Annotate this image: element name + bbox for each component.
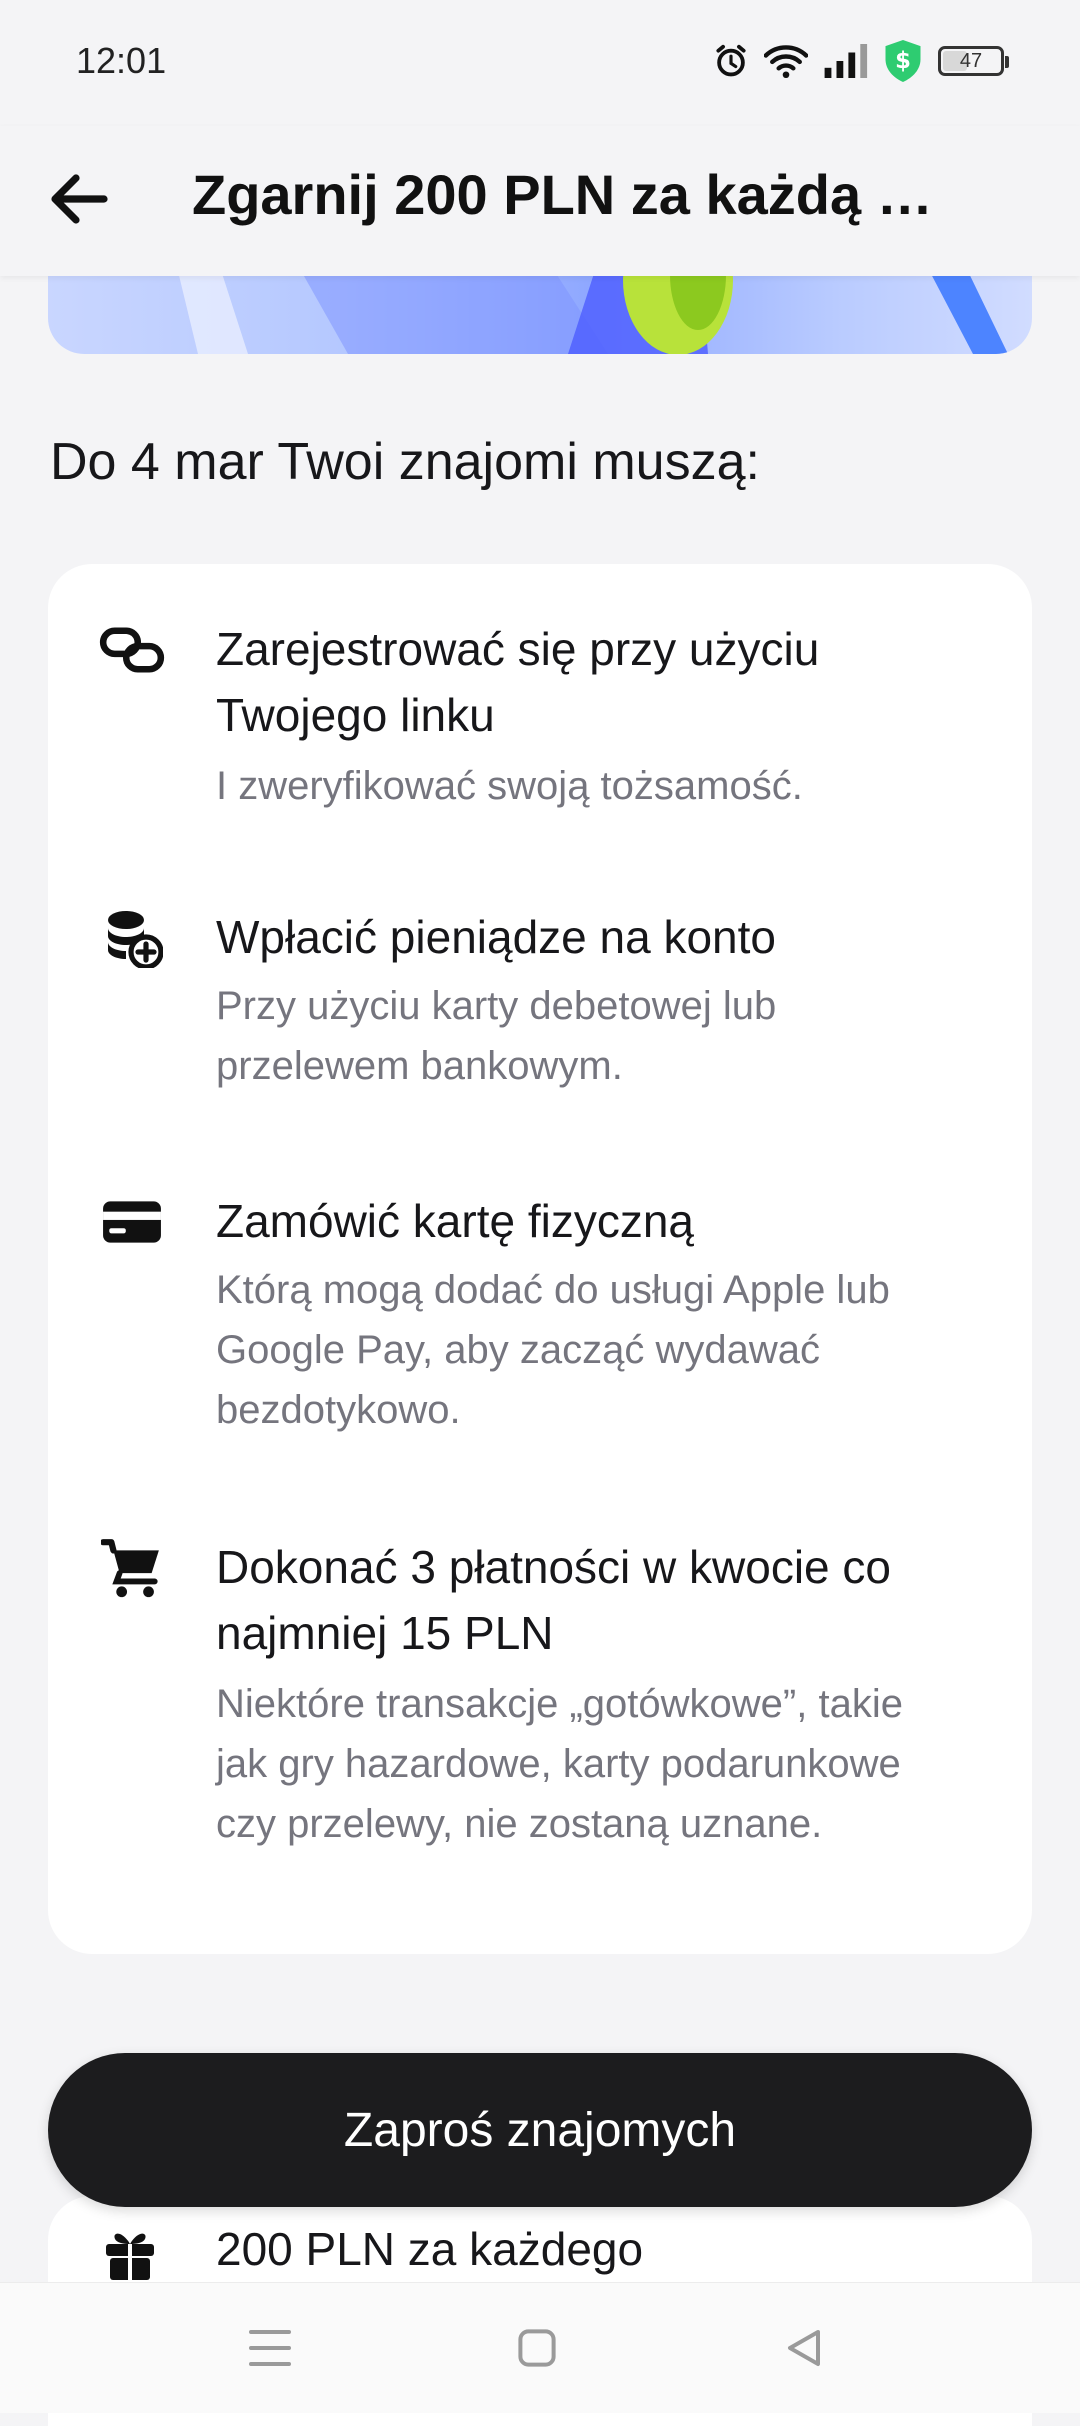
link-icon (98, 616, 166, 684)
requirement-description: Którą mogą dodać do usługi Apple lub Goo… (216, 1268, 890, 1432)
requirement-title: Zamówić kartę fizyczną (216, 1195, 695, 1247)
requirement-description: I zweryfikować swoją tożsamość. (216, 764, 803, 808)
invite-friends-button[interactable]: Zaproś znajomych (48, 2053, 1032, 2207)
back-button[interactable] (44, 164, 114, 234)
section-heading: Do 4 mar Twoi znajomi muszą: (50, 433, 760, 491)
arrow-left-icon (51, 174, 108, 224)
back-nav-button[interactable] (764, 2313, 844, 2383)
battery-level: 47 (959, 49, 983, 72)
svg-text:$: $ (895, 48, 911, 74)
status-time: 12:01 (76, 40, 167, 81)
menu-icon (249, 2330, 291, 2366)
page-title: Zgarnij 200 PLN za każdą … (192, 163, 933, 226)
back-triangle-icon (788, 2330, 820, 2366)
home-button[interactable] (497, 2313, 577, 2383)
menu-button[interactable] (230, 2313, 310, 2383)
signal-icon (822, 44, 868, 78)
security-shield-icon: $ (882, 38, 924, 84)
requirement-title: Dokonać 3 płatności w kwocie co najmniej… (216, 1541, 891, 1659)
requirement-title: Wpłacić pieniądze na konto (216, 911, 776, 963)
status-bar: 12:01 $ 47 (0, 0, 1080, 126)
reward-title: 200 PLN za każdego (216, 2223, 644, 2275)
battery-icon: 47 (938, 46, 1009, 76)
coins-add-icon (98, 904, 166, 972)
alarm-icon (712, 42, 750, 80)
wifi-icon (764, 42, 808, 80)
card-icon (98, 1188, 166, 1256)
app-bar: Zgarnij 200 PLN za każdą … (0, 126, 1080, 276)
home-square-icon (518, 2329, 556, 2367)
requirement-description: Przy użyciu karty debetowej lub przelewe… (216, 984, 777, 1088)
requirements-card: Zarejestrować się przy użyciu Twojego li… (48, 564, 1032, 1954)
requirement-description: Niektóre transakcje „gotówkowe”, takie j… (216, 1682, 903, 1846)
system-nav-bar (0, 2282, 1080, 2413)
cart-icon (98, 1534, 166, 1602)
gift-icon (100, 2224, 160, 2284)
status-icons: $ 47 (712, 36, 1009, 86)
requirement-title: Zarejestrować się przy użyciu Twojego li… (216, 623, 820, 741)
